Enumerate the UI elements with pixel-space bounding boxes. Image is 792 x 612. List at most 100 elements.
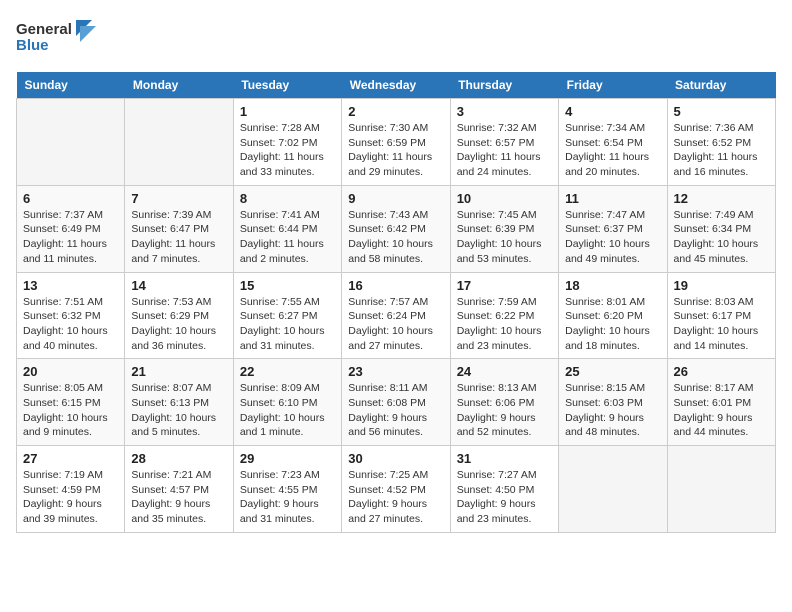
calendar-cell: 23Sunrise: 8:11 AM Sunset: 6:08 PM Dayli…: [342, 359, 450, 446]
day-number: 29: [240, 451, 335, 466]
day-info: Sunrise: 7:30 AM Sunset: 6:59 PM Dayligh…: [348, 121, 443, 180]
calendar-cell: 2 Sunrise: 7:30 AM Sunset: 6:59 PM Daylig…: [342, 99, 450, 186]
day-info: Sunrise: 8:07 AM Sunset: 6:13 PM Dayligh…: [131, 381, 226, 440]
day-number: 24: [457, 364, 552, 379]
calendar-cell: 16Sunrise: 7:57 AM Sunset: 6:24 PM Dayli…: [342, 272, 450, 359]
day-info: Sunrise: 7:59 AM Sunset: 6:22 PM Dayligh…: [457, 295, 552, 354]
calendar-cell: 26 Sunrise: 8:17 AM Sunset: 6:01 PM Dayli…: [667, 359, 775, 446]
calendar-cell: 14Sunrise: 7:53 AM Sunset: 6:29 PM Dayli…: [125, 272, 233, 359]
day-number: 2: [348, 104, 443, 119]
logo-svg: GeneralBlue: [16, 16, 96, 60]
calendar-cell: 18 Sunrise: 8:01 AM Sunset: 6:20 PM Dayli…: [559, 272, 667, 359]
calendar-cell: [559, 446, 667, 533]
calendar-cell: 27Sunrise: 7:19 AM Sunset: 4:59 PM Dayli…: [17, 446, 125, 533]
calendar-cell: 13Sunrise: 7:51 AM Sunset: 6:32 PM Dayli…: [17, 272, 125, 359]
day-number: 5: [674, 104, 769, 119]
calendar-cell: 25Sunrise: 8:15 AM Sunset: 6:03 PM Dayli…: [559, 359, 667, 446]
day-info: Sunrise: 7:19 AM Sunset: 4:59 PM Dayligh…: [23, 468, 118, 527]
calendar-cell: 28 Sunrise: 7:21 AM Sunset: 4:57 PM Dayli…: [125, 446, 233, 533]
col-header-wednesday: Wednesday: [342, 72, 450, 99]
day-number: 8: [240, 191, 335, 206]
col-header-thursday: Thursday: [450, 72, 558, 99]
logo: GeneralBlue: [16, 16, 96, 60]
calendar-cell: 7 Sunrise: 7:39 AM Sunset: 6:47 PM Daylig…: [125, 185, 233, 272]
calendar-week-4: 20Sunrise: 8:05 AM Sunset: 6:15 PM Dayli…: [17, 359, 776, 446]
calendar-cell: 5 Sunrise: 7:36 AM Sunset: 6:52 PM Daylig…: [667, 99, 775, 186]
day-number: 14: [131, 278, 226, 293]
calendar-cell: [125, 99, 233, 186]
day-number: 13: [23, 278, 118, 293]
day-info: Sunrise: 7:23 AM Sunset: 4:55 PM Dayligh…: [240, 468, 335, 527]
calendar-cell: 22Sunrise: 8:09 AM Sunset: 6:10 PM Dayli…: [233, 359, 341, 446]
day-info: Sunrise: 7:37 AM Sunset: 6:49 PM Dayligh…: [23, 208, 118, 267]
calendar-cell: [17, 99, 125, 186]
day-info: Sunrise: 7:27 AM Sunset: 4:50 PM Dayligh…: [457, 468, 552, 527]
day-info: Sunrise: 8:01 AM Sunset: 6:20 PM Dayligh…: [565, 295, 660, 354]
svg-text:Blue: Blue: [16, 37, 49, 54]
col-header-saturday: Saturday: [667, 72, 775, 99]
day-number: 19: [674, 278, 769, 293]
calendar-cell: 8 Sunrise: 7:41 AM Sunset: 6:44 PM Daylig…: [233, 185, 341, 272]
day-info: Sunrise: 7:32 AM Sunset: 6:57 PM Dayligh…: [457, 121, 552, 180]
day-info: Sunrise: 8:03 AM Sunset: 6:17 PM Dayligh…: [674, 295, 769, 354]
day-number: 30: [348, 451, 443, 466]
day-number: 18: [565, 278, 660, 293]
day-number: 28: [131, 451, 226, 466]
day-number: 7: [131, 191, 226, 206]
calendar-cell: 24 Sunrise: 8:13 AM Sunset: 6:06 PM Dayli…: [450, 359, 558, 446]
day-number: 16: [348, 278, 443, 293]
day-number: 15: [240, 278, 335, 293]
day-info: Sunrise: 7:21 AM Sunset: 4:57 PM Dayligh…: [131, 468, 226, 527]
day-number: 3: [457, 104, 552, 119]
day-number: 9: [348, 191, 443, 206]
col-header-monday: Monday: [125, 72, 233, 99]
calendar-cell: 15 Sunrise: 7:55 AM Sunset: 6:27 PM Dayli…: [233, 272, 341, 359]
day-info: Sunrise: 7:36 AM Sunset: 6:52 PM Dayligh…: [674, 121, 769, 180]
day-info: Sunrise: 7:39 AM Sunset: 6:47 PM Dayligh…: [131, 208, 226, 267]
calendar-cell: 21Sunrise: 8:07 AM Sunset: 6:13 PM Dayli…: [125, 359, 233, 446]
calendar-cell: 1 Sunrise: 7:28 AM Sunset: 7:02 PM Daylig…: [233, 99, 341, 186]
day-info: Sunrise: 7:47 AM Sunset: 6:37 PM Dayligh…: [565, 208, 660, 267]
col-header-friday: Friday: [559, 72, 667, 99]
calendar-week-2: 6 Sunrise: 7:37 AM Sunset: 6:49 PM Daylig…: [17, 185, 776, 272]
day-info: Sunrise: 7:55 AM Sunset: 6:27 PM Dayligh…: [240, 295, 335, 354]
day-number: 10: [457, 191, 552, 206]
day-info: Sunrise: 8:05 AM Sunset: 6:15 PM Dayligh…: [23, 381, 118, 440]
day-number: 26: [674, 364, 769, 379]
svg-text:General: General: [16, 21, 72, 38]
calendar-week-5: 27Sunrise: 7:19 AM Sunset: 4:59 PM Dayli…: [17, 446, 776, 533]
day-number: 1: [240, 104, 335, 119]
day-number: 4: [565, 104, 660, 119]
calendar-cell: 20Sunrise: 8:05 AM Sunset: 6:15 PM Dayli…: [17, 359, 125, 446]
calendar-cell: 17 Sunrise: 7:59 AM Sunset: 6:22 PM Dayli…: [450, 272, 558, 359]
calendar-cell: 19 Sunrise: 8:03 AM Sunset: 6:17 PM Dayli…: [667, 272, 775, 359]
day-info: Sunrise: 7:34 AM Sunset: 6:54 PM Dayligh…: [565, 121, 660, 180]
col-header-sunday: Sunday: [17, 72, 125, 99]
calendar-cell: 29 Sunrise: 7:23 AM Sunset: 4:55 PM Dayli…: [233, 446, 341, 533]
calendar-cell: [667, 446, 775, 533]
day-number: 22: [240, 364, 335, 379]
page-header: GeneralBlue: [16, 16, 776, 60]
calendar-cell: 9Sunrise: 7:43 AM Sunset: 6:42 PM Daylig…: [342, 185, 450, 272]
calendar-header-row: SundayMondayTuesdayWednesdayThursdayFrid…: [17, 72, 776, 99]
calendar-cell: 6 Sunrise: 7:37 AM Sunset: 6:49 PM Daylig…: [17, 185, 125, 272]
calendar-cell: 3 Sunrise: 7:32 AM Sunset: 6:57 PM Daylig…: [450, 99, 558, 186]
day-info: Sunrise: 8:17 AM Sunset: 6:01 PM Dayligh…: [674, 381, 769, 440]
day-number: 17: [457, 278, 552, 293]
calendar-cell: 12Sunrise: 7:49 AM Sunset: 6:34 PM Dayli…: [667, 185, 775, 272]
col-header-tuesday: Tuesday: [233, 72, 341, 99]
calendar-week-1: 1 Sunrise: 7:28 AM Sunset: 7:02 PM Daylig…: [17, 99, 776, 186]
day-info: Sunrise: 7:28 AM Sunset: 7:02 PM Dayligh…: [240, 121, 335, 180]
calendar-cell: 31Sunrise: 7:27 AM Sunset: 4:50 PM Dayli…: [450, 446, 558, 533]
calendar-week-3: 13Sunrise: 7:51 AM Sunset: 6:32 PM Dayli…: [17, 272, 776, 359]
calendar-cell: 11 Sunrise: 7:47 AM Sunset: 6:37 PM Dayli…: [559, 185, 667, 272]
day-info: Sunrise: 7:41 AM Sunset: 6:44 PM Dayligh…: [240, 208, 335, 267]
day-info: Sunrise: 8:11 AM Sunset: 6:08 PM Dayligh…: [348, 381, 443, 440]
day-info: Sunrise: 7:45 AM Sunset: 6:39 PM Dayligh…: [457, 208, 552, 267]
day-number: 6: [23, 191, 118, 206]
day-info: Sunrise: 7:49 AM Sunset: 6:34 PM Dayligh…: [674, 208, 769, 267]
day-number: 11: [565, 191, 660, 206]
calendar-cell: 30Sunrise: 7:25 AM Sunset: 4:52 PM Dayli…: [342, 446, 450, 533]
day-info: Sunrise: 8:13 AM Sunset: 6:06 PM Dayligh…: [457, 381, 552, 440]
day-info: Sunrise: 8:15 AM Sunset: 6:03 PM Dayligh…: [565, 381, 660, 440]
